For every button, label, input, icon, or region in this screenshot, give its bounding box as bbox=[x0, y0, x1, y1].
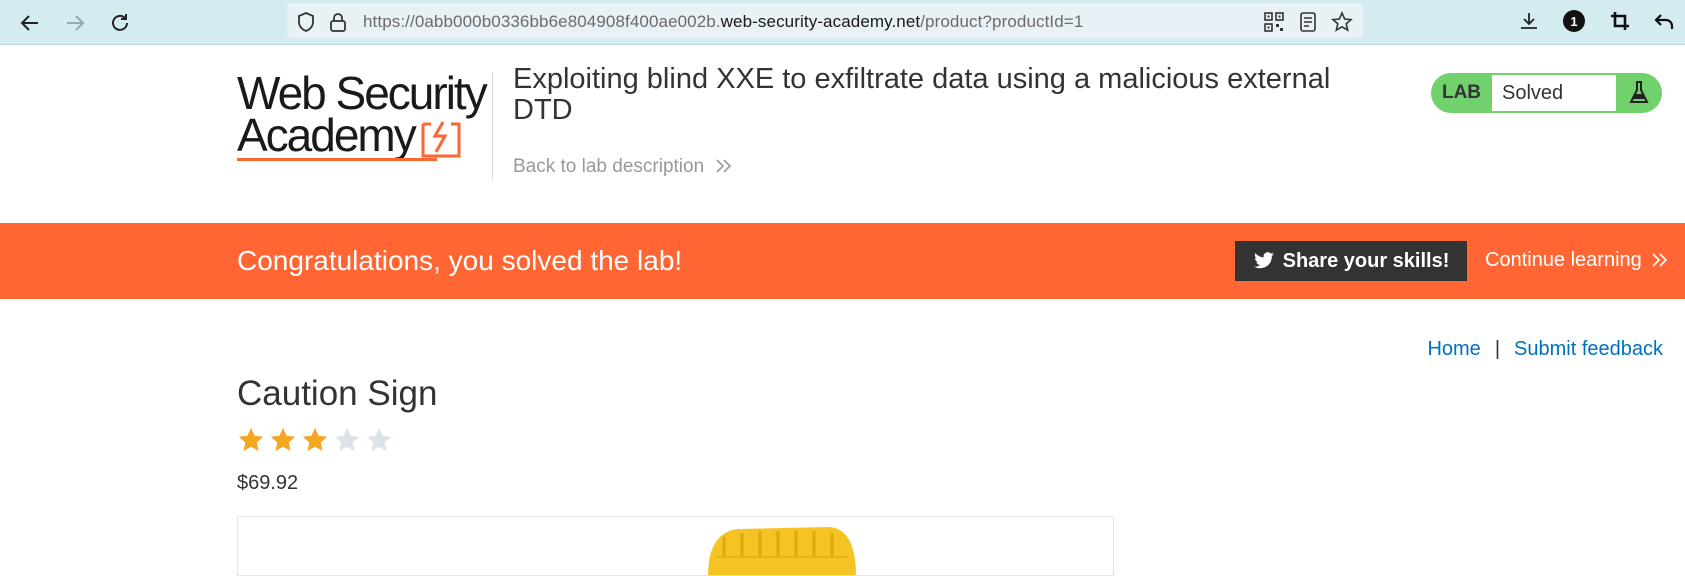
lab-status: Solved bbox=[1492, 75, 1616, 111]
home-link[interactable]: Home bbox=[1427, 338, 1480, 360]
star-filled-icon bbox=[270, 427, 296, 452]
header-divider bbox=[492, 72, 493, 180]
browser-toolbar: https://0abb000b0336bb6e804908f400ae002b… bbox=[0, 0, 1685, 45]
shield-icon[interactable] bbox=[295, 11, 317, 33]
double-chevron-right-icon bbox=[1652, 253, 1668, 267]
back-to-lab-link[interactable]: Back to lab description bbox=[513, 156, 733, 178]
flask-icon bbox=[1619, 73, 1659, 113]
extension-badge-count: 1 bbox=[1570, 13, 1578, 29]
star-empty-icon bbox=[366, 427, 392, 452]
product-price: $69.92 bbox=[237, 472, 299, 494]
download-icon[interactable] bbox=[1516, 8, 1542, 34]
continue-learning-label: Continue learning bbox=[1485, 249, 1642, 271]
url-prefix: https://0abb000b0336bb6e804908f400ae002b… bbox=[363, 12, 721, 31]
back-arrow-icon[interactable] bbox=[15, 8, 45, 38]
logo-mark-icon bbox=[421, 121, 461, 158]
url-path: /product?productId=1 bbox=[920, 12, 1084, 31]
star-empty-icon bbox=[334, 427, 360, 452]
solved-banner: Congratulations, you solved the lab! Sha… bbox=[0, 223, 1685, 299]
bookmark-star-icon[interactable] bbox=[1331, 11, 1353, 33]
lock-icon[interactable] bbox=[327, 11, 349, 33]
web-security-academy-logo[interactable]: Web Security Academy bbox=[237, 70, 489, 165]
double-chevron-right-icon bbox=[716, 159, 732, 173]
star-filled-icon bbox=[302, 427, 328, 452]
share-skills-button[interactable]: Share your skills! bbox=[1235, 241, 1467, 281]
reload-icon[interactable] bbox=[105, 8, 135, 38]
nav-separator: | bbox=[1494, 338, 1501, 360]
lab-title: Exploiting blind XXE to exfiltrate data … bbox=[513, 63, 1331, 126]
forward-arrow-icon[interactable] bbox=[60, 8, 90, 38]
lab-label: LAB bbox=[1441, 82, 1482, 103]
back-link-label: Back to lab description bbox=[513, 156, 705, 177]
product-rating bbox=[237, 426, 393, 454]
top-nav-links: Home | Submit feedback bbox=[1427, 338, 1663, 361]
share-skills-label: Share your skills! bbox=[1282, 249, 1450, 272]
reader-view-icon[interactable] bbox=[1297, 11, 1319, 33]
product-title: Caution Sign bbox=[237, 374, 438, 413]
logo-line-2: Academy bbox=[237, 109, 417, 161]
address-bar[interactable]: https://0abb000b0336bb6e804908f400ae002b… bbox=[287, 3, 1363, 38]
logo-underline bbox=[237, 158, 437, 161]
product-image bbox=[237, 516, 1114, 576]
url-host: web-security-academy.net bbox=[720, 12, 921, 31]
url-text[interactable]: https://0abb000b0336bb6e804908f400ae002b… bbox=[363, 12, 1083, 32]
continue-learning-link[interactable]: Continue learning bbox=[1485, 249, 1669, 272]
star-filled-icon bbox=[238, 427, 264, 452]
extension-badge-icon[interactable]: 1 bbox=[1561, 8, 1587, 34]
submit-feedback-link[interactable]: Submit feedback bbox=[1514, 338, 1663, 360]
undo-icon[interactable] bbox=[1651, 8, 1677, 34]
qr-code-icon[interactable] bbox=[1263, 11, 1285, 33]
lab-status-widget: LAB Solved bbox=[1431, 73, 1662, 113]
crop-icon[interactable] bbox=[1607, 8, 1633, 34]
congratulations-message: Congratulations, you solved the lab! bbox=[237, 245, 683, 276]
caution-sign-image bbox=[708, 527, 856, 575]
twitter-icon bbox=[1253, 252, 1274, 269]
